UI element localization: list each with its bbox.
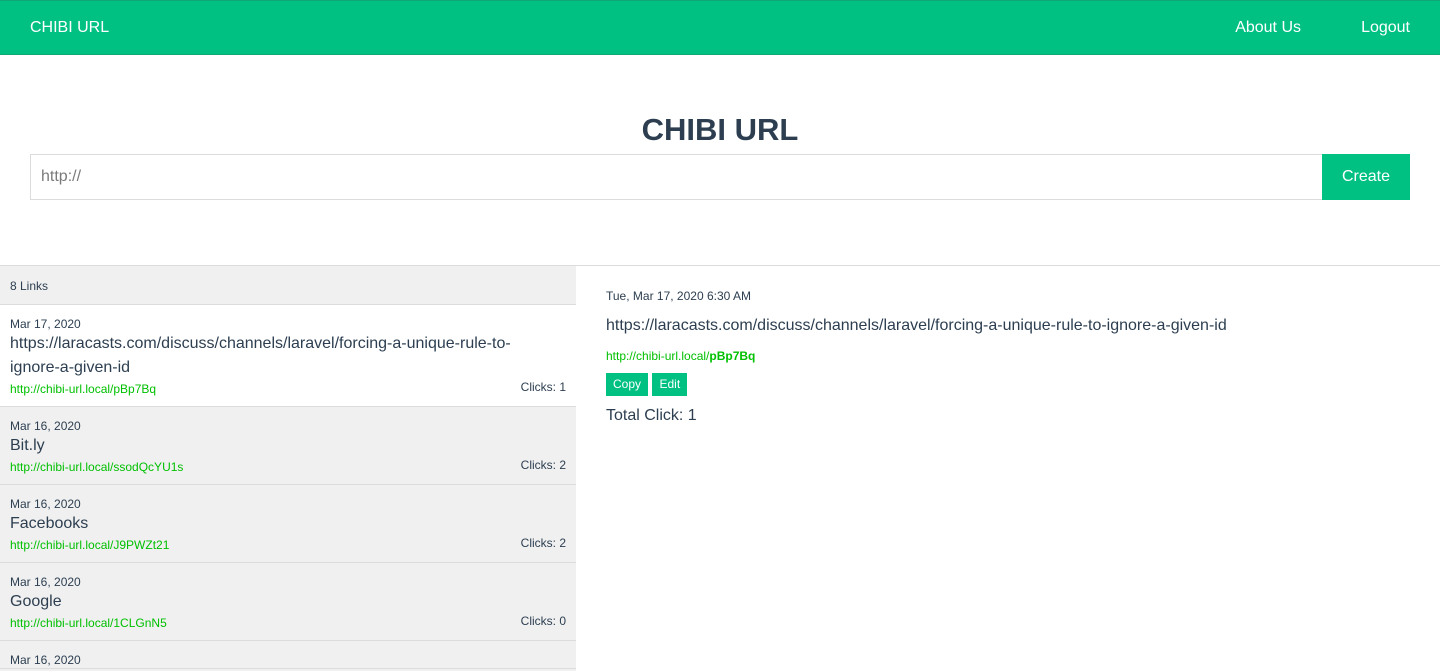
link-date: Mar 17, 2020 (10, 317, 81, 331)
link-date: Mar 16, 2020 (10, 575, 81, 589)
link-short-url[interactable]: http://chibi-url.local/J9PWZt21 (10, 538, 169, 552)
detail-actions: Copy Edit (606, 373, 1410, 396)
total-clicks: Total Click: 1 (606, 407, 697, 424)
link-short-url[interactable]: http://chibi-url.local/ssodQcYU1s (10, 460, 183, 474)
link-date: Mar 16, 2020 (10, 497, 81, 511)
links-count: 8 Links (0, 266, 576, 305)
create-button[interactable]: Create (1322, 154, 1410, 200)
link-title: https://laracasts.com/discuss/channels/l… (10, 335, 511, 376)
link-title: Facebooks (10, 515, 89, 532)
link-clicks: Clicks: 0 (520, 614, 566, 628)
link-list-item[interactable]: Mar 16, 2020 (0, 641, 576, 669)
brand-logo-link[interactable]: CHIBI URL (30, 18, 109, 38)
link-detail-panel: Tue, Mar 17, 2020 6:30 AM https://laraca… (606, 289, 1410, 426)
detail-short-url[interactable]: http://chibi-url.local/pBp7Bq (606, 349, 1410, 363)
short-url-prefix: http://chibi-url.local/ (606, 349, 710, 363)
navbar: CHIBI URL About Us Logout (0, 0, 1440, 55)
logout-link[interactable]: Logout (1361, 18, 1410, 38)
link-clicks: Clicks: 2 (520, 536, 566, 550)
detail-original-url: https://laracasts.com/discuss/channels/l… (606, 317, 1227, 334)
link-short-url[interactable]: http://chibi-url.local/pBp7Bq (10, 382, 156, 396)
detail-datetime: Tue, Mar 17, 2020 6:30 AM (606, 289, 751, 303)
link-list-item[interactable]: Mar 16, 2020 Bit.ly http://chibi-url.loc… (0, 407, 576, 485)
copy-button[interactable]: Copy (606, 373, 649, 396)
page-title: CHIBI URL (641, 112, 799, 147)
short-url-code: pBp7Bq (709, 349, 756, 363)
link-date: Mar 16, 2020 (10, 419, 81, 433)
link-clicks: Clicks: 2 (520, 458, 566, 472)
edit-button[interactable]: Edit (652, 373, 688, 396)
link-title: Google (10, 593, 62, 610)
about-us-link[interactable]: About Us (1235, 18, 1301, 38)
links-sidebar: 8 Links Mar 17, 2020 https://laracasts.c… (0, 266, 576, 671)
url-input[interactable] (30, 154, 1322, 200)
link-date: Mar 16, 2020 (10, 653, 81, 667)
link-clicks: Clicks: 1 (520, 380, 566, 394)
link-list-item[interactable]: Mar 17, 2020 https://laracasts.com/discu… (0, 305, 576, 407)
link-short-url[interactable]: http://chibi-url.local/1CLGnN5 (10, 616, 167, 630)
link-list-item[interactable]: Mar 16, 2020 Facebooks http://chibi-url.… (0, 485, 576, 563)
link-list-item[interactable]: Mar 16, 2020 Google http://chibi-url.loc… (0, 563, 576, 641)
link-title: Bit.ly (10, 437, 45, 454)
